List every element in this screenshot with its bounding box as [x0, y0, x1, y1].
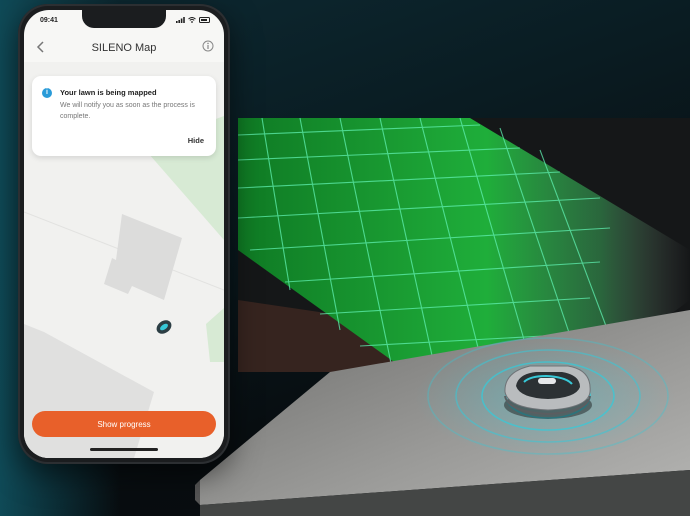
- house-footprint: [104, 214, 182, 300]
- notification-title: Your lawn is being mapped: [60, 88, 157, 97]
- phone-notch: [82, 10, 166, 28]
- info-icon: i: [42, 88, 52, 98]
- wifi-icon: [188, 17, 196, 23]
- status-time: 09:41: [40, 17, 58, 24]
- nav-bar: SILENO Map: [24, 34, 224, 62]
- home-indicator: [90, 448, 158, 451]
- status-icons: [176, 17, 210, 23]
- app-screen: 09:41 SILENO Map i Your lawn is being ma…: [24, 10, 224, 458]
- battery-icon: [199, 17, 210, 23]
- mapping-notification: i Your lawn is being mapped We will noti…: [32, 76, 216, 156]
- info-icon[interactable]: [202, 40, 214, 52]
- notification-body: We will notify you as soon as the proces…: [60, 102, 195, 120]
- page-title: SILENO Map: [91, 42, 157, 54]
- show-progress-button[interactable]: Show progress: [32, 411, 216, 437]
- robot-mower-icon: [504, 365, 592, 419]
- robot-marker-icon[interactable]: [154, 317, 174, 336]
- signal-icon: [176, 17, 185, 23]
- lawn-zone-right: [206, 308, 224, 362]
- phone-mockup: 09:41 SILENO Map i Your lawn is being ma…: [18, 4, 230, 464]
- hide-button[interactable]: Hide: [188, 136, 204, 145]
